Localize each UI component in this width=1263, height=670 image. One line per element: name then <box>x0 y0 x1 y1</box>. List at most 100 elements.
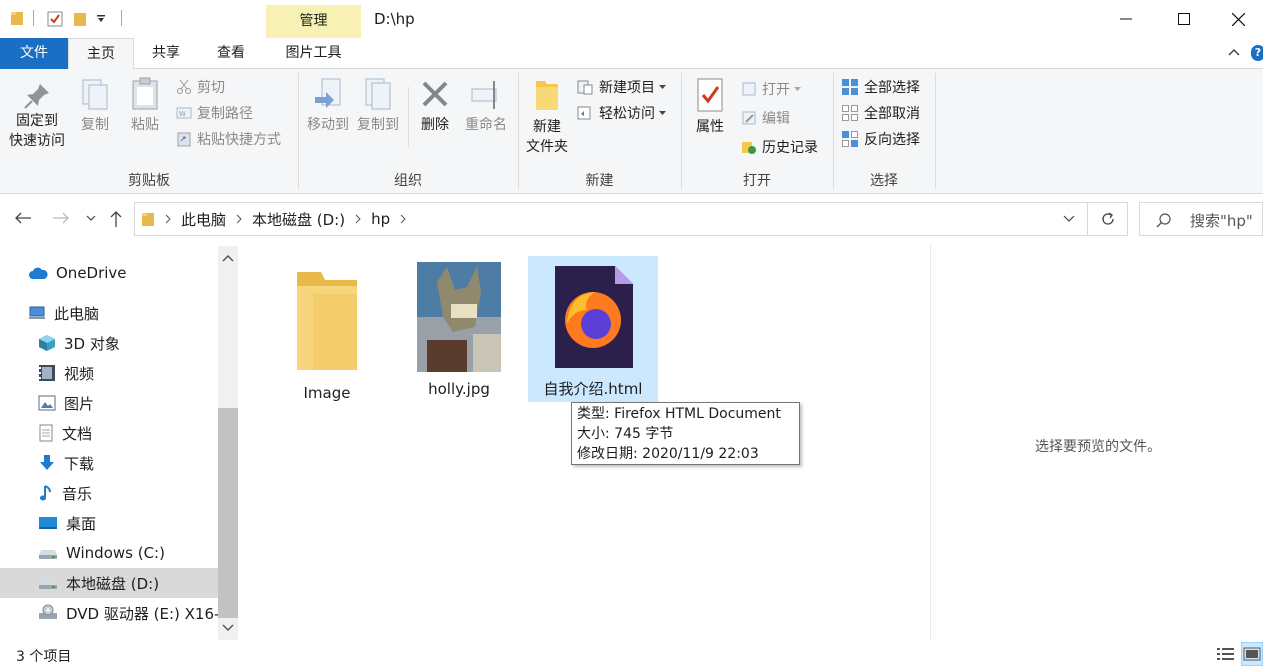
help-icon[interactable]: ? <box>1251 45 1263 61</box>
paste-shortcut-icon <box>177 132 191 147</box>
invert-selection-button[interactable]: 反向选择 <box>841 127 920 151</box>
sidebar-item[interactable]: 音乐 <box>0 478 218 508</box>
sidebar-item[interactable]: 本地磁盘 (D:) <box>0 568 218 598</box>
copy-button[interactable]: 复制 <box>76 77 114 135</box>
sidebar-item-label: 视频 <box>64 364 95 383</box>
tab-picture-tools[interactable]: 图片工具 <box>266 38 361 69</box>
sidebar-scrollbar[interactable] <box>218 246 238 640</box>
move-to-button[interactable]: 移动到 <box>302 77 354 135</box>
history-icon <box>742 142 756 154</box>
properties-quick-icon[interactable] <box>47 11 63 27</box>
easy-access-button[interactable]: 轻松访问 <box>576 101 671 125</box>
sidebar-item[interactable]: 桌面 <box>0 508 218 538</box>
select-none-icon <box>842 105 858 121</box>
cube-icon <box>38 334 64 352</box>
scroll-up-chevron-icon[interactable] <box>222 254 234 262</box>
delete-button[interactable]: 删除 <box>414 77 456 135</box>
edit-button[interactable]: 编辑 <box>741 106 790 130</box>
ribbon-panel: 固定到 快速访问 复制 粘贴 剪切 W 复制路径 粘贴快捷方式 剪贴板 移动到 … <box>0 69 1263 194</box>
sidebar-item[interactable]: 下载 <box>0 448 218 478</box>
dvd-icon <box>38 604 66 622</box>
breadcrumb-separator-icon <box>165 214 171 224</box>
new-item-icon <box>577 80 593 95</box>
file-tooltip: 类型: Firefox HTML Document 大小: 745 字节 修改日… <box>571 402 800 465</box>
paste-shortcut-button[interactable]: 粘贴快捷方式 <box>176 127 281 151</box>
tooltip-modified: 修改日期: 2020/11/9 22:03 <box>577 446 759 462</box>
sidebar-item[interactable]: OneDrive <box>0 258 218 288</box>
tab-file[interactable]: 文件 <box>0 38 68 69</box>
address-bar[interactable]: 此电脑 本地磁盘 (D:) hp <box>134 202 1088 236</box>
recent-locations-chevron-icon[interactable] <box>86 215 96 222</box>
file-item-html-selected[interactable]: 自我介绍.html <box>528 256 658 402</box>
sidebar-item[interactable]: 视频 <box>0 358 218 388</box>
file-item-image[interactable]: holly.jpg <box>404 262 514 398</box>
firefox-icon <box>555 266 633 368</box>
item-count: 3 个项目 <box>16 649 72 665</box>
folder-icon <box>10 10 24 26</box>
sidebar-item-label: OneDrive <box>56 264 127 282</box>
select-none-button[interactable]: 全部取消 <box>841 101 920 125</box>
details-view-icon[interactable] <box>1216 646 1236 662</box>
sidebar-item[interactable]: 图片 <box>0 388 218 418</box>
sidebar-item[interactable]: DVD 驱动器 (E:) X16-8 <box>0 598 229 628</box>
customize-quick-access-icon[interactable] <box>96 14 106 24</box>
drive-icon <box>38 576 66 590</box>
document-icon <box>38 424 62 442</box>
forward-arrow-icon[interactable] <box>52 211 70 225</box>
sidebar-item-label: 文档 <box>62 424 93 443</box>
refresh-button[interactable] <box>1088 202 1128 236</box>
chevron-up-icon[interactable] <box>1228 48 1240 56</box>
tab-share[interactable]: 共享 <box>134 38 198 69</box>
cut-button[interactable]: 剪切 <box>176 75 225 99</box>
breadcrumb-hp[interactable]: hp <box>371 210 390 228</box>
image-thumbnail-icon <box>417 262 501 372</box>
tab-home[interactable]: 主页 <box>68 38 134 70</box>
file-item-folder[interactable]: Image <box>272 262 382 402</box>
maximize-button[interactable] <box>1155 0 1213 38</box>
select-all-icon <box>842 79 858 95</box>
manage-contextual-tab[interactable]: 管理 <box>266 5 361 38</box>
sidebar-item-label: 桌面 <box>66 514 97 533</box>
new-folder-quick-icon[interactable] <box>73 11 87 27</box>
open-button[interactable]: 打开 <box>741 77 806 101</box>
large-icons-view-icon[interactable] <box>1241 642 1263 666</box>
pin-to-quick-access-button[interactable]: 固定到 快速访问 <box>4 81 70 151</box>
dropdown-arrow-icon <box>659 84 666 89</box>
copy-to-button[interactable]: 复制到 <box>354 77 402 135</box>
sidebar-item[interactable]: Windows (C:) <box>0 538 218 568</box>
breadcrumb-separator-icon <box>400 214 406 224</box>
search-input[interactable]: 搜索"hp" <box>1139 202 1263 236</box>
paste-button[interactable]: 粘贴 <box>124 77 166 135</box>
new-item-button[interactable]: 新建项目 <box>576 75 671 99</box>
select-group-label: 选择 <box>870 173 898 189</box>
copy-to-icon <box>365 78 391 110</box>
tooltip-type: 类型: Firefox HTML Document <box>577 406 781 422</box>
tab-view[interactable]: 查看 <box>198 38 264 69</box>
dropdown-arrow-icon <box>659 110 666 115</box>
scrollbar-thumb[interactable] <box>218 408 238 618</box>
up-arrow-icon[interactable] <box>109 210 123 228</box>
new-folder-icon <box>536 81 558 110</box>
breadcrumb-drive-d[interactable]: 本地磁盘 (D:) <box>252 209 345 230</box>
folder-icon <box>141 211 155 227</box>
history-button[interactable]: 历史记录 <box>741 135 818 159</box>
music-icon <box>38 484 62 502</box>
rename-button[interactable]: 重命名 <box>460 77 512 135</box>
sidebar-item[interactable]: 3D 对象 <box>0 328 218 358</box>
sidebar-item[interactable]: 文档 <box>0 418 218 448</box>
file-name: holly.jpg <box>428 380 490 398</box>
breadcrumb-this-pc[interactable]: 此电脑 <box>181 209 226 230</box>
cloud-icon <box>28 266 56 280</box>
close-button[interactable] <box>1213 0 1263 38</box>
minimize-button[interactable] <box>1097 0 1155 38</box>
copy-path-button[interactable]: W 复制路径 <box>176 101 253 125</box>
breadcrumb-separator-icon <box>236 214 242 224</box>
properties-button[interactable]: 属性 <box>688 77 732 137</box>
sidebar-item[interactable]: 此电脑 <box>0 298 218 328</box>
new-folder-button[interactable]: 新建 文件夹 <box>522 77 572 157</box>
svg-text:W: W <box>179 110 186 118</box>
address-history-chevron-icon[interactable] <box>1063 215 1075 223</box>
select-all-button[interactable]: 全部选择 <box>841 75 920 99</box>
scroll-down-chevron-icon[interactable] <box>222 624 234 632</box>
back-arrow-icon[interactable] <box>14 211 32 225</box>
